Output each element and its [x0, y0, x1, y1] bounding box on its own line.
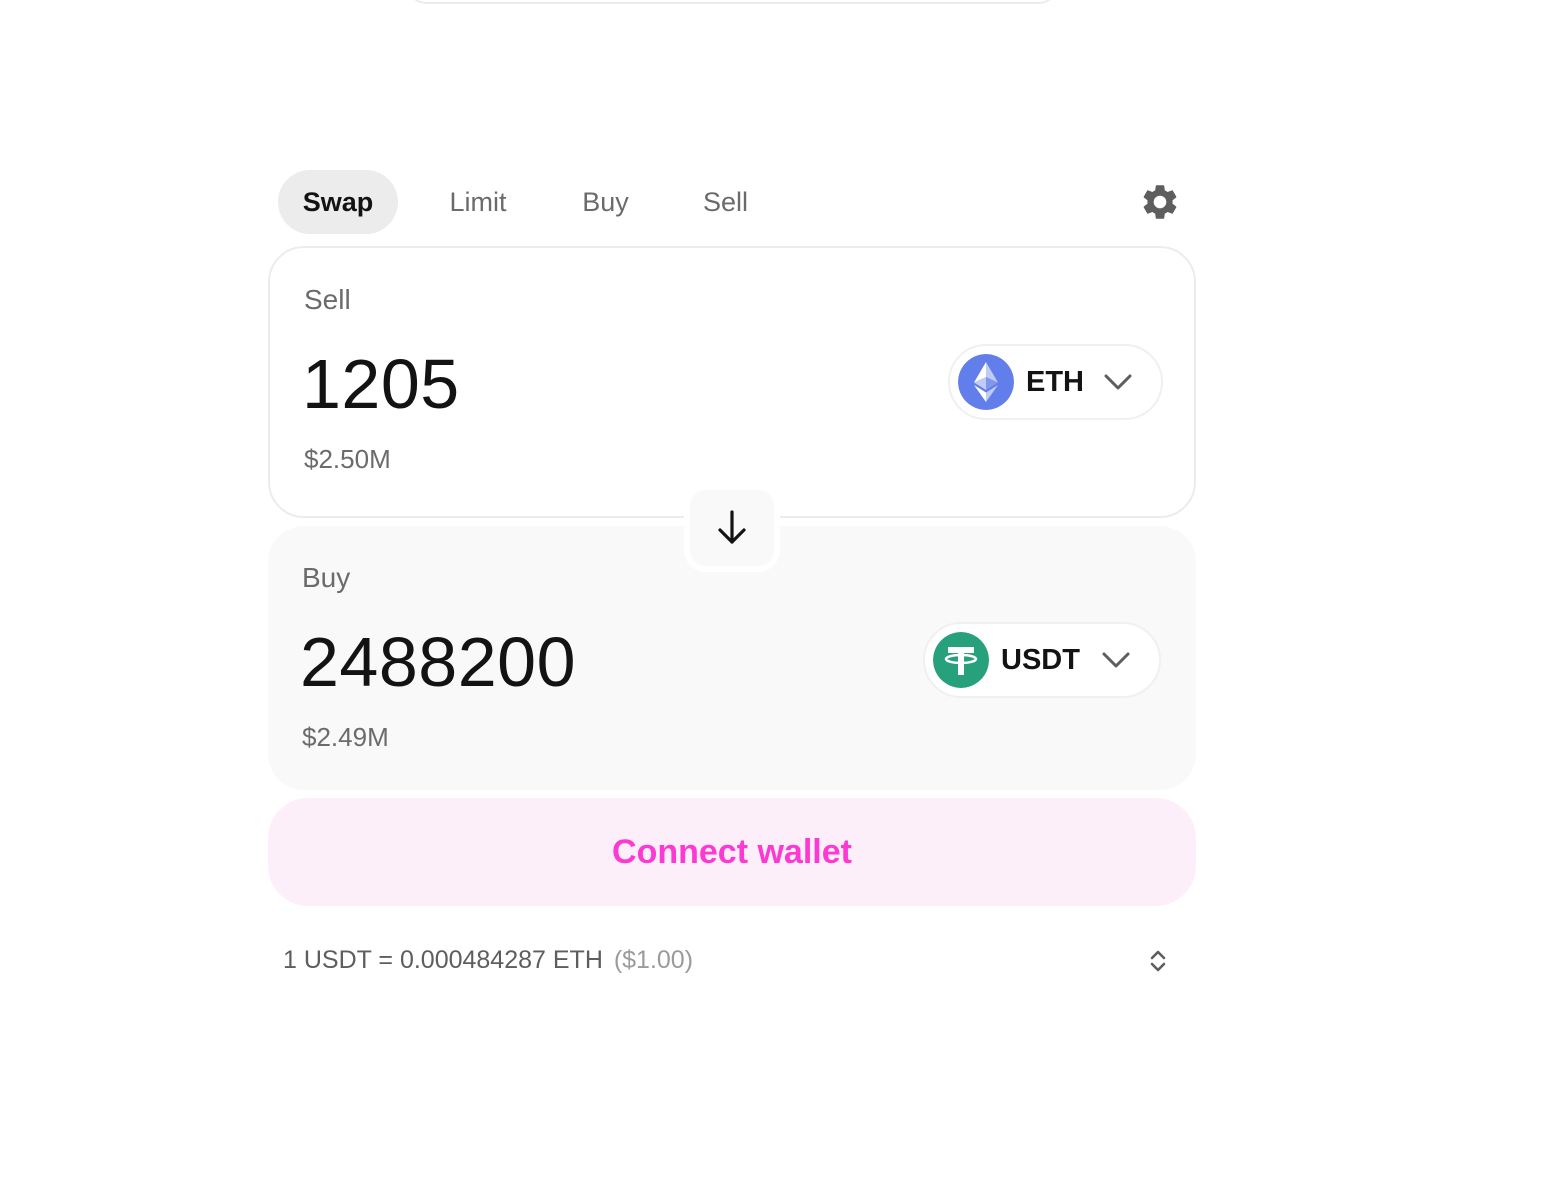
sell-usd-value: $2.50M: [304, 444, 391, 474]
arrow-down-icon: [718, 510, 746, 544]
tab-sell[interactable]: Sell: [688, 170, 763, 234]
chevron-up-down-icon[interactable]: [1144, 947, 1172, 975]
buy-amount-input[interactable]: 2488200: [300, 622, 576, 702]
buy-label: Buy: [302, 562, 351, 593]
swap-tabs: Swap Limit Buy Sell: [278, 170, 1184, 234]
switch-tokens-button[interactable]: [684, 484, 780, 572]
chevron-down-icon: [1104, 374, 1132, 390]
gear-icon[interactable]: [1139, 181, 1181, 223]
sell-token-symbol: ETH: [1026, 366, 1084, 398]
search-bar-edge: [405, 0, 1060, 4]
exchange-rate-row[interactable]: 1 USDT = 0.000484287 ETH ($1.00): [283, 940, 1183, 980]
sell-panel: Sell 1205 $2.50M ETH: [268, 246, 1196, 518]
exchange-rate-usd: ($1.00): [613, 946, 694, 974]
usdt-logo-icon: [933, 632, 989, 688]
tab-swap[interactable]: Swap: [278, 170, 398, 234]
exchange-rate-text: 1 USDT = 0.000484287 ETH: [283, 946, 603, 974]
buy-token-selector[interactable]: USDT: [923, 622, 1161, 698]
buy-usd-value: $2.49M: [302, 722, 389, 752]
sell-token-selector[interactable]: ETH: [948, 344, 1163, 420]
eth-logo-icon: [958, 354, 1014, 410]
connect-wallet-button[interactable]: Connect wallet: [268, 798, 1196, 906]
sell-amount-input[interactable]: 1205: [302, 344, 460, 424]
buy-token-symbol: USDT: [1001, 644, 1080, 676]
sell-label: Sell: [304, 284, 351, 315]
chevron-down-icon: [1102, 652, 1130, 668]
tab-limit[interactable]: Limit: [428, 170, 528, 234]
tab-buy[interactable]: Buy: [568, 170, 643, 234]
